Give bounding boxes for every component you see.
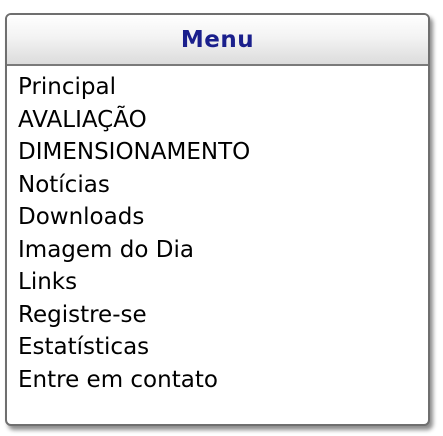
menu-panel: Menu Principal AVALIAÇÃO DIMENSIONAMENTO… [5, 13, 430, 426]
menu-header: Menu [7, 15, 428, 66]
menu-item-principal[interactable]: Principal [18, 71, 428, 104]
menu-item-entre-em-contato[interactable]: Entre em contato [18, 364, 428, 397]
menu-item-imagem-do-dia[interactable]: Imagem do Dia [18, 234, 428, 267]
menu-list: Principal AVALIAÇÃO DIMENSIONAMENTO Notí… [7, 66, 428, 396]
menu-item-downloads[interactable]: Downloads [18, 201, 428, 234]
menu-item-dimensionamento[interactable]: DIMENSIONAMENTO [18, 136, 428, 169]
menu-item-links[interactable]: Links [18, 266, 428, 299]
menu-title: Menu [180, 26, 255, 53]
menu-item-estatisticas[interactable]: Estatísticas [18, 331, 428, 364]
menu-item-registre-se[interactable]: Registre-se [18, 299, 428, 332]
menu-item-noticias[interactable]: Notícias [18, 169, 428, 202]
menu-item-avaliacao[interactable]: AVALIAÇÃO [18, 104, 428, 137]
